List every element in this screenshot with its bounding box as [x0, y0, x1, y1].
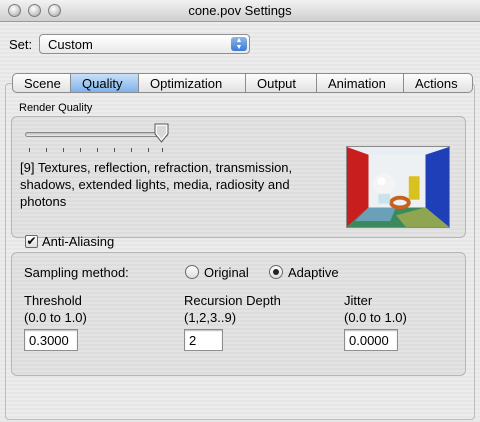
render-quality-description: [9] Textures, reflection, refraction, tr… — [20, 160, 293, 209]
tab-actions[interactable]: Actions — [404, 73, 473, 93]
set-popup-value: Custom — [48, 37, 93, 52]
slider-tick — [63, 148, 64, 152]
sampling-original-radio[interactable] — [185, 265, 199, 279]
window-content: Set: Custom ▲ ▼ Scene Quality Optimizatio… — [0, 22, 480, 422]
slider-tick — [148, 148, 149, 152]
quality-slider-thumb[interactable] — [153, 123, 170, 143]
threshold-field[interactable]: 0.3000 — [24, 329, 78, 351]
anti-aliasing-label: Anti-Aliasing — [42, 234, 115, 249]
popup-arrows-icon: ▲ ▼ — [231, 37, 247, 51]
sampling-adaptive-radio[interactable] — [269, 265, 283, 279]
slider-tick — [131, 148, 132, 152]
set-popup[interactable]: Custom ▲ ▼ — [39, 34, 250, 54]
recursion-depth-label: Recursion Depth — [184, 293, 281, 308]
jitter-range: (0.0 to 1.0) — [344, 310, 407, 325]
anti-aliasing-checkbox[interactable]: ✔ — [25, 235, 38, 248]
sampling-adaptive-label: Adaptive — [288, 265, 339, 280]
set-label: Set: — [9, 37, 33, 52]
render-quality-label: Render Quality — [19, 102, 93, 114]
sampling-method-label: Sampling method: — [24, 265, 129, 280]
threshold-label: Threshold — [24, 293, 82, 308]
slider-tick — [80, 148, 81, 152]
render-preview-image — [346, 146, 450, 228]
slider-tick — [46, 148, 47, 152]
tab-output[interactable]: Output — [246, 73, 317, 93]
recursion-depth-field[interactable]: 2 — [184, 329, 223, 351]
tab-optimization[interactable]: Optimization — [139, 73, 246, 93]
jitter-field[interactable]: 0.0000 — [344, 329, 398, 351]
tab-scene[interactable]: Scene — [12, 73, 71, 93]
window-title: cone.pov Settings — [188, 3, 292, 18]
slider-tick — [162, 148, 163, 152]
quality-slider-track[interactable] — [25, 132, 168, 137]
tab-animation[interactable]: Animation — [317, 73, 404, 93]
tab-bar: Scene Quality Optimization Output Animat… — [12, 73, 473, 93]
threshold-range: (0.0 to 1.0) — [24, 310, 87, 325]
title-bar: cone.pov Settings — [0, 0, 480, 22]
jitter-label: Jitter — [344, 293, 373, 308]
recursion-depth-range: (1,2,3..9) — [184, 310, 237, 325]
slider-tick — [114, 148, 115, 152]
tab-quality[interactable]: Quality — [71, 73, 139, 93]
slider-tick — [97, 148, 98, 152]
sampling-original-label: Original — [204, 265, 249, 280]
slider-tick — [29, 148, 30, 152]
